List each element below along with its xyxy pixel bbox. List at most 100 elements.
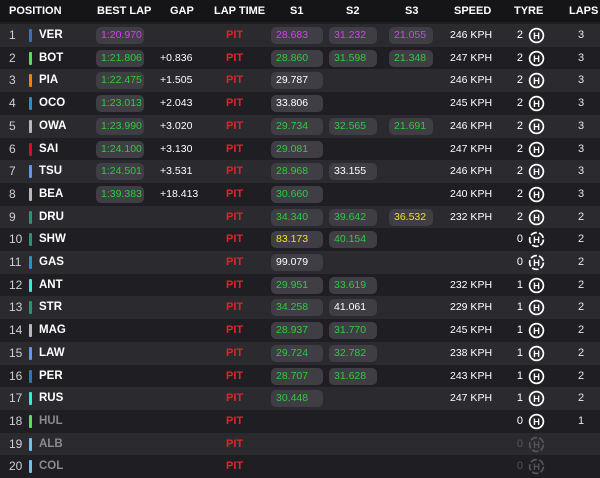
speed-trap: 245 KPH <box>450 324 493 337</box>
table-row[interactable]: 5 OWA 1:23.990 +3.020 PIT 29.734 32.565 21.691 2… <box>0 114 600 138</box>
lap-time-pit: PIT <box>226 51 244 64</box>
lap-time-pit: PIT <box>226 301 244 314</box>
table-row[interactable]: 11 GAS PIT 99.079 0 H 2 <box>0 251 600 274</box>
sector-3-time: 36.532 <box>389 208 433 226</box>
header-s3: S3 <box>405 5 419 17</box>
gap-value: +3.531 <box>160 165 193 178</box>
table-row[interactable]: 17 RUS PIT 30.448 247 KPH 1 H 2 <box>0 387 600 411</box>
sector-2-time: 40.154 <box>329 231 377 249</box>
tyre-age: 2 <box>516 210 523 223</box>
team-color-bar <box>29 119 32 133</box>
sector-1-time: 28.707 <box>271 367 323 385</box>
hard-tyre-icon: H <box>528 27 545 44</box>
table-row[interactable]: 7 TSU 1:24.501 +3.531 PIT 28.968 33.155 246 KPH… <box>0 160 600 184</box>
hard-tyre-icon: H <box>528 322 545 339</box>
table-row[interactable]: 4 OCO 1:23.013 +2.043 PIT 33.806 245 KPH 2 H 3 <box>0 92 600 116</box>
sector-1-time: 29.787 <box>271 72 323 90</box>
laps-count: 1 <box>577 414 585 427</box>
tyre-age: 2 <box>516 51 523 64</box>
hard-tyre-icon: H <box>528 277 545 293</box>
sector-1-time: 29.734 <box>271 117 323 135</box>
timing-tower: POSITION BEST LAP GAP LAP TIME S1 S2 S3 … <box>0 0 600 478</box>
sector-2-time: 32.782 <box>329 344 377 362</box>
laps-count: 2 <box>577 392 585 405</box>
sector-2-time: 31.770 <box>329 322 377 340</box>
team-color-bar <box>29 29 32 42</box>
hard-tyre-icon: H <box>528 95 545 112</box>
tyre-age: 2 <box>516 119 523 132</box>
table-row[interactable]: 13 STR PIT 34.258 41.061 229 KPH 1 H 2 <box>0 296 600 320</box>
laps-count: 2 <box>577 210 585 223</box>
speed-trap: 232 KPH <box>450 210 493 223</box>
svg-text:H: H <box>533 76 540 87</box>
sector-1-time: 28.968 <box>271 163 323 181</box>
tyre-age: 0 <box>516 256 523 268</box>
position-number: 15 <box>9 345 23 360</box>
hard-tyre-icon: H <box>528 232 545 248</box>
table-row[interactable]: 3 PIA 1:22.475 +1.505 PIT 29.787 246 KPH 2 H 3 <box>0 69 600 93</box>
header-tyre: TYRE <box>514 5 544 17</box>
table-row[interactable]: 16 PER PIT 28.707 31.628 243 KPH 1 H 2 <box>0 364 600 388</box>
driver-code: RUS <box>39 392 64 405</box>
laps-count: 3 <box>577 97 585 110</box>
table-row[interactable]: 14 MAG PIT 28.937 31.770 245 KPH 1 H 2 <box>0 319 600 343</box>
sector-1-time: 30.660 <box>271 185 323 203</box>
header-s2: S2 <box>346 5 360 17</box>
table-row[interactable]: 19 ALB PIT 0 H <box>0 432 600 456</box>
driver-code: MAG <box>39 324 66 337</box>
sector-1-time: 29.081 <box>271 140 323 158</box>
speed-trap: 238 KPH <box>450 346 493 359</box>
driver-code: PER <box>39 369 63 382</box>
svg-text:H: H <box>533 349 540 360</box>
table-row[interactable]: 10 SHW PIT 83.173 40.154 0 H 2 <box>0 228 600 252</box>
laps-count: 3 <box>577 119 585 132</box>
sector-1-time: 29.951 <box>271 276 323 294</box>
hard-tyre-icon: H <box>528 186 545 203</box>
table-row[interactable]: 18 HUL PIT 0 H 1 <box>0 409 600 433</box>
best-lap-time: 1:39.383 <box>96 185 144 203</box>
position-number: 11 <box>9 255 22 269</box>
table-row[interactable]: 15 LAW PIT 29.724 32.782 238 KPH 1 H 2 <box>0 341 600 365</box>
tyre-age: 2 <box>516 142 523 155</box>
position-number: 16 <box>9 368 23 383</box>
table-row[interactable]: 6 SAI 1:24.100 +3.130 PIT 29.081 247 KPH 2 H 3 <box>0 137 600 161</box>
svg-text:H: H <box>533 99 540 110</box>
laps-count: 3 <box>577 29 585 41</box>
table-row[interactable]: 12 ANT PIT 29.951 33.619 232 KPH 1 H 2 <box>0 273 600 297</box>
laps-count: 3 <box>577 165 585 178</box>
tyre-age: 2 <box>516 187 523 200</box>
tyre-age: 2 <box>516 97 523 110</box>
lap-time-pit: PIT <box>226 233 244 246</box>
hard-tyre-icon: H <box>528 118 545 135</box>
table-row[interactable]: 8 BEA 1:39.383 +18.413 PIT 30.660 240 KPH 2 H 3 <box>0 182 600 206</box>
driver-code: STR <box>39 301 62 314</box>
hard-tyre-icon: H <box>528 368 545 384</box>
driver-code: SHW <box>39 233 66 246</box>
sector-3-time: 21.348 <box>389 49 433 67</box>
sector-2-time: 31.628 <box>329 367 377 385</box>
best-lap-time: 1:23.990 <box>96 117 144 135</box>
table-row[interactable]: 2 BOT 1:21.806 +0.836 PIT 28.860 31.598 21.348 2… <box>0 46 600 70</box>
sector-2-time: 32.565 <box>329 117 377 135</box>
hard-tyre-icon: H <box>528 254 545 271</box>
laps-count: 2 <box>577 369 585 382</box>
table-row[interactable]: 9 DRU PIT 34.340 39.642 36.532 232 KPH 2 H 2 <box>0 205 600 229</box>
driver-code: VER <box>39 29 63 41</box>
best-lap-time: 1:23.013 <box>96 95 144 113</box>
position-number: 20 <box>9 459 23 474</box>
sector-1-time: 34.258 <box>271 299 323 317</box>
svg-text:H: H <box>533 212 540 223</box>
team-color-bar <box>29 97 32 111</box>
table-row[interactable]: 1 VER 1:20.970 PIT 28.683 31.232 21.055 246 KPH… <box>0 24 600 47</box>
table-row[interactable]: 20 COL PIT 0 H <box>0 455 600 478</box>
hard-tyre-icon: H <box>528 345 545 362</box>
lap-time-pit: PIT <box>226 187 244 200</box>
header-position: POSITION <box>9 5 62 17</box>
speed-trap: 246 KPH <box>450 74 493 87</box>
hard-tyre-icon: H <box>528 50 545 66</box>
laps-count: 3 <box>577 51 585 64</box>
team-color-bar <box>29 142 32 156</box>
driver-code: BEA <box>39 187 64 200</box>
hard-tyre-icon: H <box>528 413 545 430</box>
lap-time-pit: PIT <box>226 437 244 450</box>
